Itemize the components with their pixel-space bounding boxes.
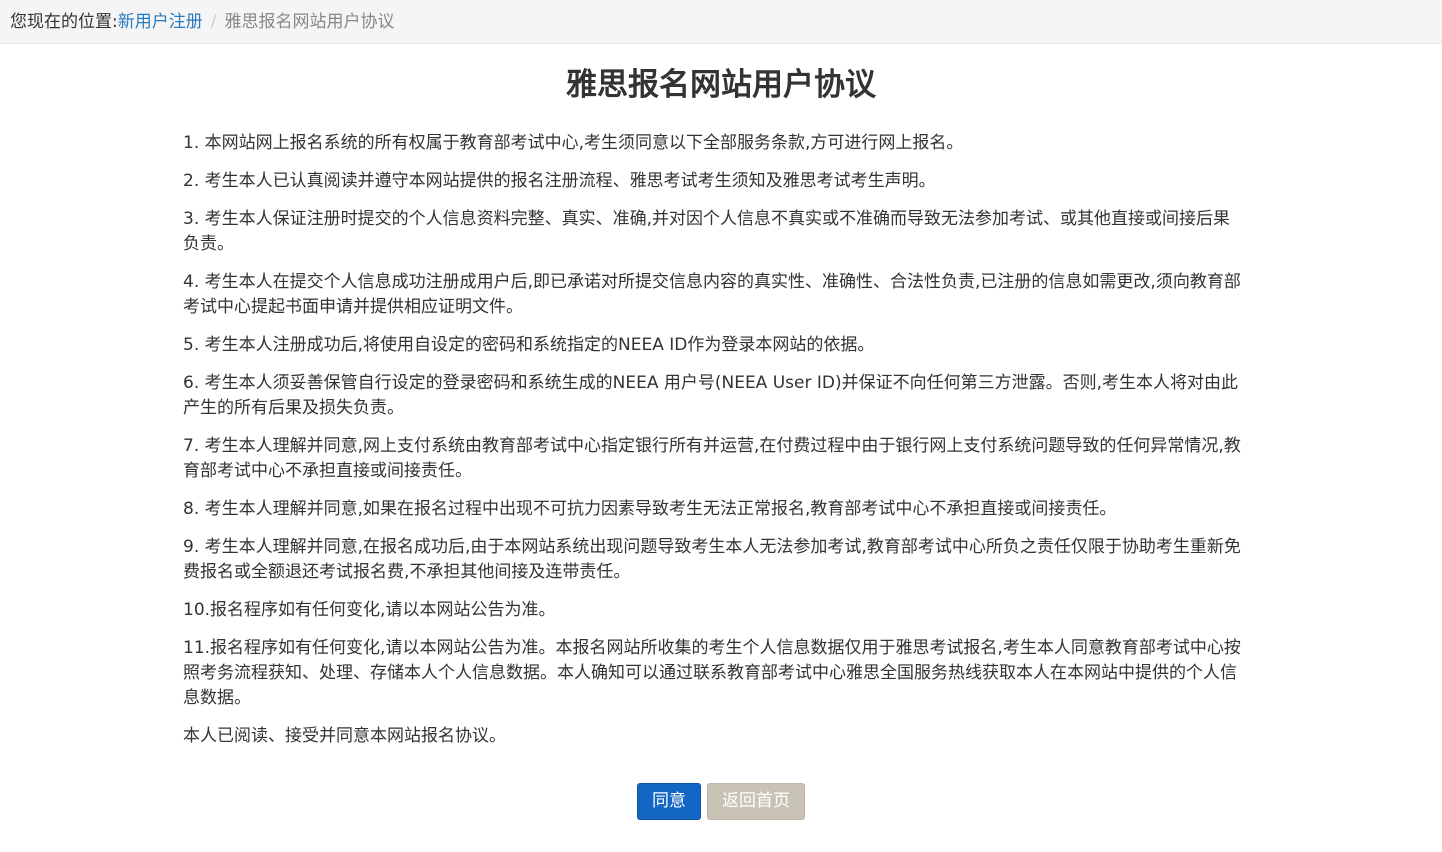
agreement-clause-5: 5. 考生本人注册成功后,将使用自设定的密码和系统指定的NEEA ID作为登录本… [183, 335, 875, 355]
agreement-clause-10: 10.报名程序如有任何变化,请以本网站公告为准。 [183, 600, 556, 620]
breadcrumb-separator: / [210, 11, 217, 32]
agreement-clause-11: 11.报名程序如有任何变化,请以本网站公告为准。本报名网站所收集的考生个人信息数… [183, 638, 1241, 708]
page-title: 雅思报名网站用户协议 [566, 67, 876, 103]
agreement-clause-6: 6. 考生本人须妥善保管自行设定的登录密码和系统生成的NEEA 用户号(NEEA… [183, 373, 1239, 418]
agreement-clauses: 1. 本网站网上报名系统的所有权属于教育部考试中心,考生须同意以下全部服务条款,… [183, 131, 1243, 762]
agreement-clause-7: 7. 考生本人理解并同意,网上支付系统由教育部考试中心指定银行所有并运营,在付费… [183, 436, 1241, 481]
breadcrumb: 您现在的位置: 新用户注册 / 雅思报名网站用户协议 [0, 0, 1442, 44]
back-home-button[interactable]: 返回首页 [707, 783, 805, 820]
agreement-clause-4: 4. 考生本人在提交个人信息成功注册成用户后,即已承诺对所提交信息内容的真实性、… [183, 272, 1241, 317]
action-bar: 同意 返回首页 [0, 783, 1442, 820]
breadcrumb-prefix: 您现在的位置: [10, 11, 118, 32]
agreement-clause-9: 9. 考生本人理解并同意,在报名成功后,由于本网站系统出现问题导致考生本人无法参… [183, 537, 1241, 582]
agreement-clause-8: 8. 考生本人理解并同意,如果在报名过程中出现不可抗力因素导致考生无法正常报名,… [183, 499, 1117, 519]
breadcrumb-current: 雅思报名网站用户协议 [224, 11, 395, 32]
agreement-clause-1: 1. 本网站网上报名系统的所有权属于教育部考试中心,考生须同意以下全部服务条款,… [183, 133, 964, 153]
agreement-clause-2: 2. 考生本人已认真阅读并遵守本网站提供的报名注册流程、雅思考试考生须知及雅思考… [183, 171, 936, 191]
breadcrumb-link-register[interactable]: 新用户注册 [118, 12, 203, 32]
agreement-clause-3: 3. 考生本人保证注册时提交的个人信息资料完整、真实、准确,并对因个人信息不真实… [183, 209, 1231, 254]
agreement-acknowledgement: 本人已阅读、接受并同意本网站报名协议。 [183, 726, 506, 746]
agree-button[interactable]: 同意 [637, 783, 701, 820]
